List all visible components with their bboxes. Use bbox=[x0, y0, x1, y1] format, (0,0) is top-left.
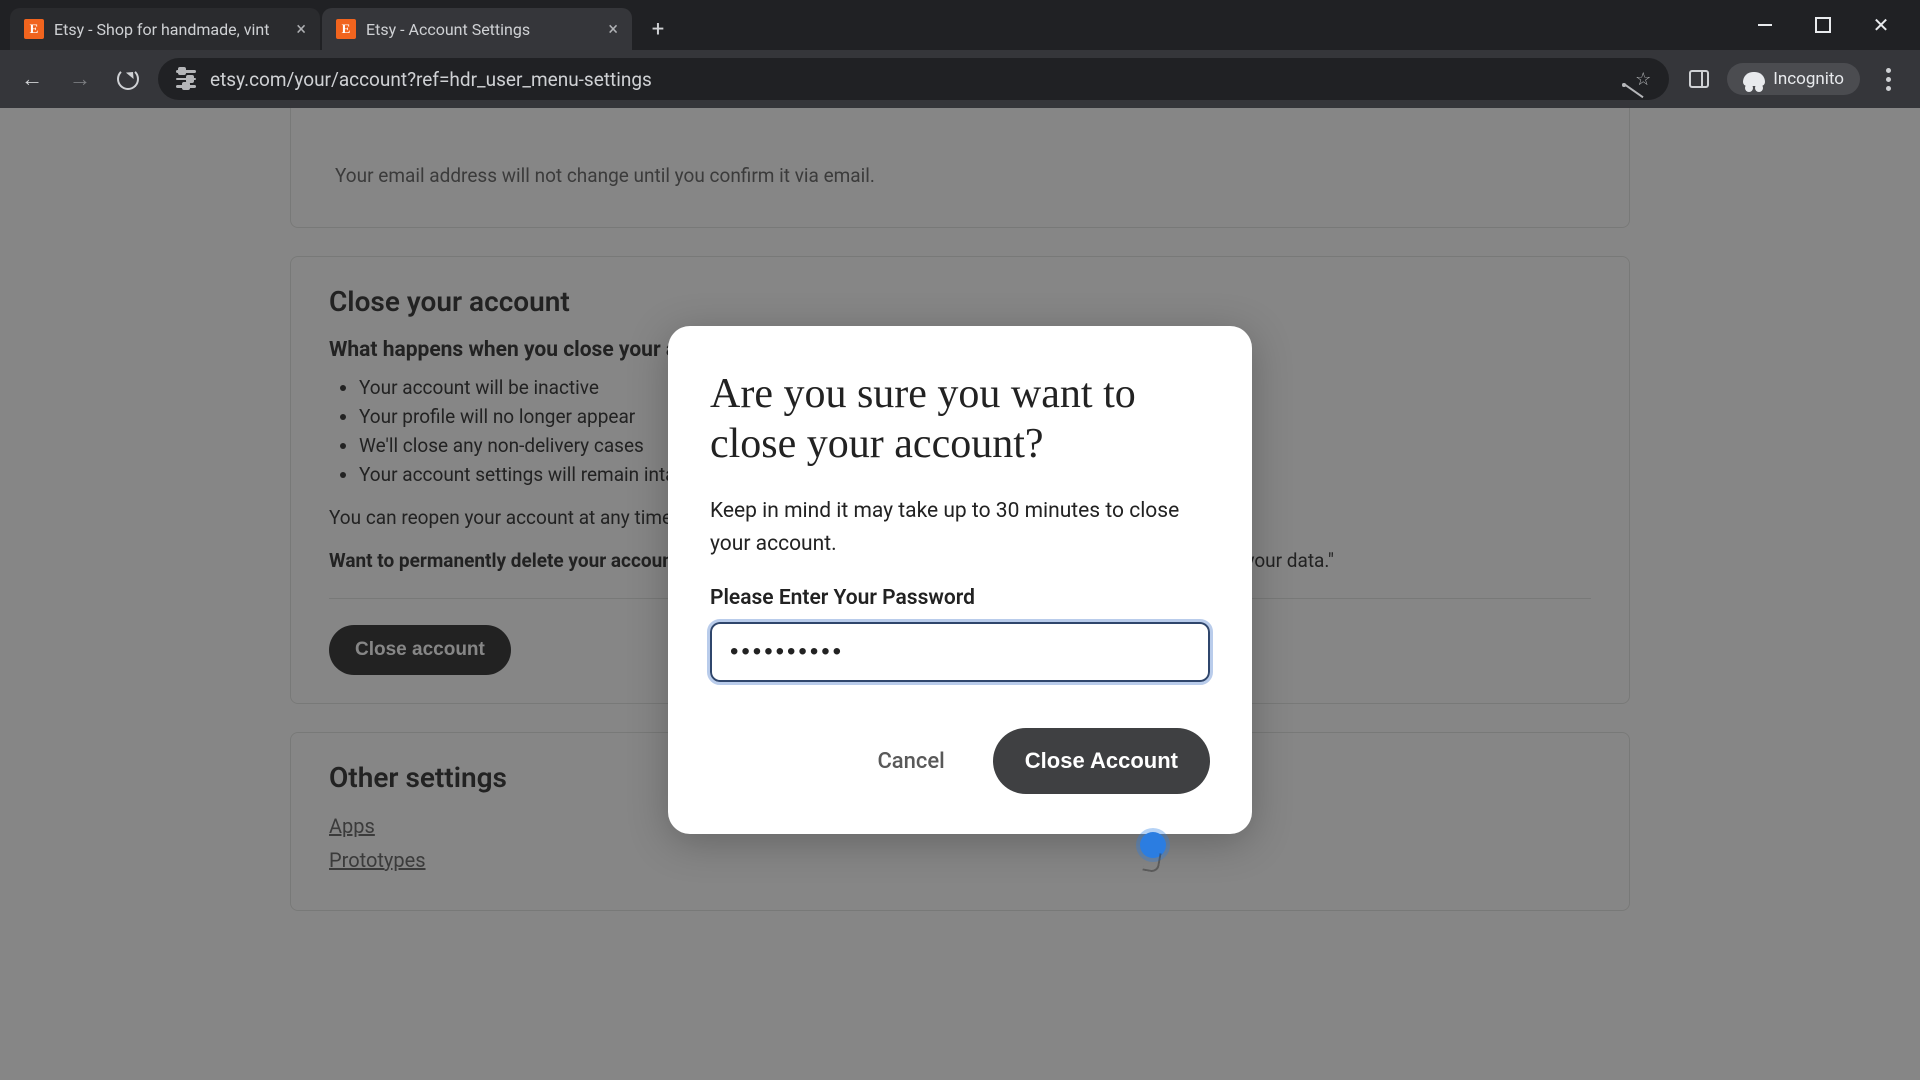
close-account-confirm-button[interactable]: Close Account bbox=[993, 728, 1210, 794]
password-input[interactable] bbox=[710, 622, 1210, 682]
tab-title: Etsy - Account Settings bbox=[366, 20, 598, 39]
close-account-modal: Are you sure you want to close your acco… bbox=[668, 326, 1252, 834]
side-panel-icon[interactable] bbox=[1681, 61, 1717, 97]
modal-title: Are you sure you want to close your acco… bbox=[710, 370, 1210, 469]
tab-etsy-account-settings[interactable]: E Etsy - Account Settings × bbox=[322, 8, 632, 50]
incognito-icon bbox=[1743, 72, 1765, 86]
window-maximize-icon[interactable] bbox=[1794, 4, 1852, 46]
nav-forward-button[interactable]: → bbox=[62, 61, 98, 97]
nav-reload-button[interactable] bbox=[110, 61, 146, 97]
favicon-etsy-icon: E bbox=[336, 19, 356, 39]
modal-actions: Cancel Close Account bbox=[710, 728, 1210, 794]
favicon-etsy-icon: E bbox=[24, 19, 44, 39]
site-settings-icon[interactable] bbox=[176, 70, 196, 88]
incognito-chip[interactable]: Incognito bbox=[1727, 63, 1860, 95]
tab-strip: E Etsy - Shop for handmade, vint × E Ets… bbox=[0, 0, 1920, 50]
new-tab-button[interactable]: + bbox=[640, 11, 676, 47]
incognito-label: Incognito bbox=[1773, 69, 1844, 89]
window-minimize-icon[interactable] bbox=[1736, 4, 1794, 46]
window-close-icon[interactable]: ✕ bbox=[1852, 4, 1910, 46]
browser-menu-button[interactable] bbox=[1870, 61, 1906, 97]
tab-title: Etsy - Shop for handmade, vint bbox=[54, 20, 286, 39]
tab-close-icon[interactable]: × bbox=[296, 19, 306, 40]
browser-chrome: E Etsy - Shop for handmade, vint × E Ets… bbox=[0, 0, 1920, 108]
cancel-button[interactable]: Cancel bbox=[877, 749, 944, 774]
address-bar[interactable]: etsy.com/your/account?ref=hdr_user_menu-… bbox=[158, 58, 1669, 100]
modal-hint: Keep in mind it may take up to 30 minute… bbox=[710, 495, 1210, 560]
tab-close-icon[interactable]: × bbox=[608, 19, 618, 40]
tab-etsy-shop[interactable]: E Etsy - Shop for handmade, vint × bbox=[10, 8, 320, 50]
window-controls: ✕ bbox=[1736, 0, 1920, 50]
url-text: etsy.com/your/account?ref=hdr_user_menu-… bbox=[210, 68, 1607, 91]
toolbar-right: Incognito bbox=[1681, 61, 1906, 97]
browser-toolbar: ← → etsy.com/your/account?ref=hdr_user_m… bbox=[0, 50, 1920, 108]
password-label: Please Enter Your Password bbox=[710, 586, 1210, 610]
bookmark-star-icon[interactable]: ☆ bbox=[1635, 69, 1651, 90]
nav-back-button[interactable]: ← bbox=[14, 61, 50, 97]
